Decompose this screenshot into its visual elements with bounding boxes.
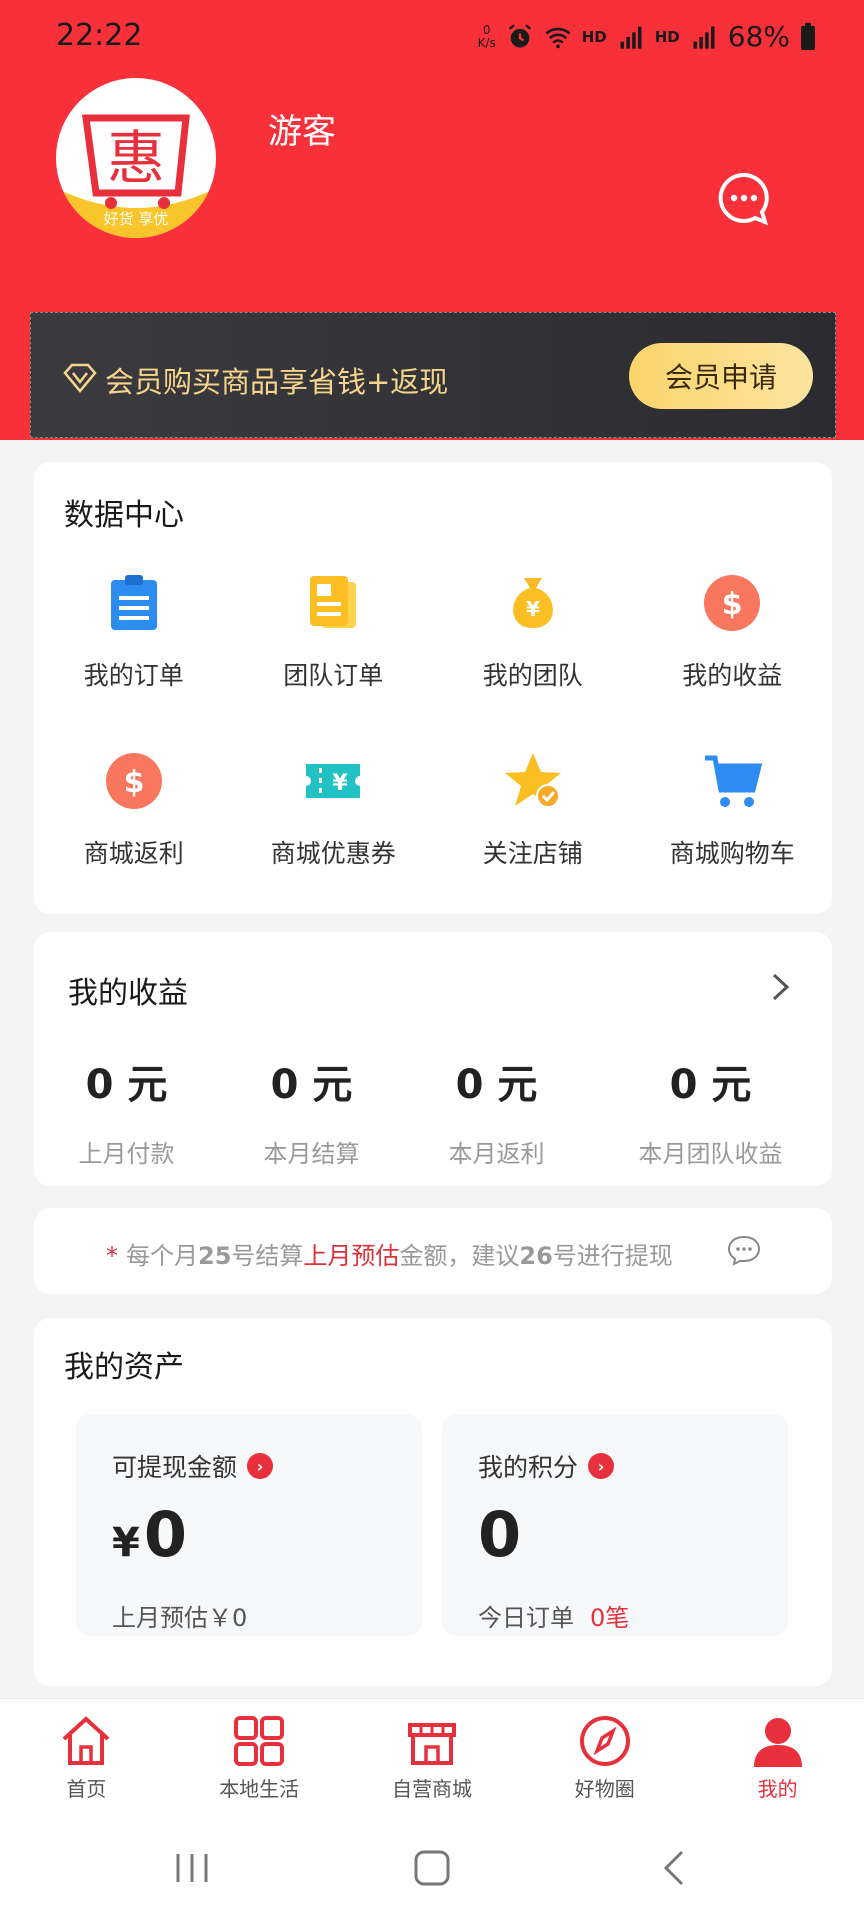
earning-item[interactable]: 0 元 本月结算 <box>219 1052 404 1169</box>
points-box[interactable]: 我的积分 › 0 今日订单 0笔 <box>442 1414 788 1636</box>
alarm-icon <box>508 23 531 47</box>
grid-item-mall-cart[interactable]: 商城购物车 <box>633 750 833 870</box>
battery-level: 68% <box>727 20 790 53</box>
recent-apps-icon[interactable] <box>172 1848 212 1888</box>
grid-item-team-orders[interactable]: 团队订单 <box>234 572 434 692</box>
earning-item[interactable]: 0 元 本月团队收益 <box>589 1052 832 1169</box>
system-nav-bar <box>0 1818 864 1920</box>
grid-item-my-team[interactable]: ¥ 我的团队 <box>433 572 633 692</box>
grid-item-mall-rebate[interactable]: $ 商城返利 <box>34 750 234 870</box>
bottom-tab-bar: 首页 本地生活 自营商城 好物圈 我的 <box>0 1698 864 1818</box>
svg-text:$: $ <box>123 765 144 800</box>
star-check-icon <box>504 753 561 808</box>
assets-card: 我的资产 可提现金额 › ¥0 上月预估￥0 我的积分 › 0 今日订单 0笔 <box>34 1318 832 1686</box>
shop-logo-icon: 惠 好货 享优 <box>56 114 216 238</box>
user-icon <box>753 1718 802 1767</box>
vip-text: 会员购买商品享省钱+返现 <box>105 365 449 399</box>
vip-banner: 会员购买商品享省钱+返现 会员申请 <box>30 312 836 438</box>
data-center-card: 数据中心 我的订单 团队订单 ¥ 我的团队 $ 我的收益 $ 商城返利 ¥ 商城… <box>34 462 832 914</box>
home-nav-icon[interactable] <box>412 1848 452 1888</box>
svg-text:好货 享优: 好货 享优 <box>104 210 169 228</box>
chevron-right-icon[interactable] <box>770 972 792 1002</box>
status-bar: 22:22 0 K/s HD HD 68% <box>0 0 864 72</box>
withdrawable-box[interactable]: 可提现金额 › ¥0 上月预估￥0 <box>76 1414 422 1636</box>
back-icon[interactable] <box>656 1848 696 1888</box>
signal-icon <box>620 26 642 49</box>
tab-home[interactable]: 首页 <box>0 1699 173 1818</box>
vip-apply-button[interactable]: 会员申请 <box>629 343 813 409</box>
net-speed: 0 K/s <box>477 22 496 50</box>
clipboard-icon <box>110 575 157 630</box>
settlement-notice: * 每个月25号结算上月预估金额，建议26号进行提现 <box>34 1208 832 1294</box>
compass-icon <box>579 1716 630 1766</box>
signal-icon <box>693 26 715 49</box>
wifi-icon <box>545 27 571 48</box>
tab-good-circle[interactable]: 好物圈 <box>518 1699 691 1818</box>
avatar[interactable]: 惠 好货 享优 <box>56 78 216 238</box>
section-title: 数据中心 <box>64 498 184 533</box>
section-title: 我的收益 <box>68 976 188 1011</box>
svg-text:惠: 惠 <box>107 124 165 192</box>
svg-text:$: $ <box>722 587 743 622</box>
money-bag-icon: ¥ <box>512 578 553 628</box>
earnings-card[interactable]: 我的收益 0 元 上月付款 0 元 本月结算 0 元 本月返利 0 元 本月团队… <box>34 932 832 1186</box>
chevron-right-icon[interactable]: › <box>588 1453 615 1479</box>
username[interactable]: 游客 <box>268 104 336 153</box>
grid-item-followed-shops[interactable]: 关注店铺 <box>433 750 633 870</box>
message-icon[interactable] <box>716 170 772 226</box>
dollar-coin-icon: $ <box>704 575 761 631</box>
tab-mine[interactable]: 我的 <box>691 1699 864 1818</box>
coupon-icon: ¥ <box>306 764 361 798</box>
dollar-coin-icon: $ <box>105 753 162 809</box>
chat-bubble-icon[interactable] <box>726 1234 762 1266</box>
section-title: 我的资产 <box>64 1350 184 1385</box>
earning-item[interactable]: 0 元 上月付款 <box>34 1052 219 1169</box>
tab-local-life[interactable]: 本地生活 <box>173 1699 346 1818</box>
document-icon <box>310 576 357 628</box>
status-time: 22:22 <box>56 18 143 53</box>
earning-item[interactable]: 0 元 本月返利 <box>404 1052 589 1169</box>
grid-item-my-orders[interactable]: 我的订单 <box>34 572 234 692</box>
store-icon <box>407 1723 456 1765</box>
tab-self-mall[interactable]: 自营商城 <box>346 1699 519 1818</box>
cart-icon <box>705 755 763 807</box>
grid-item-mall-coupon[interactable]: ¥ 商城优惠券 <box>234 750 434 870</box>
grid-icon <box>234 1716 285 1766</box>
home-icon <box>63 1716 110 1765</box>
chevron-right-icon[interactable]: › <box>247 1453 274 1479</box>
grid-item-my-earnings[interactable]: $ 我的收益 <box>633 572 833 692</box>
diamond-icon <box>63 363 97 393</box>
battery-icon <box>801 22 815 50</box>
svg-text:¥: ¥ <box>333 771 349 796</box>
svg-text:¥: ¥ <box>526 597 540 621</box>
